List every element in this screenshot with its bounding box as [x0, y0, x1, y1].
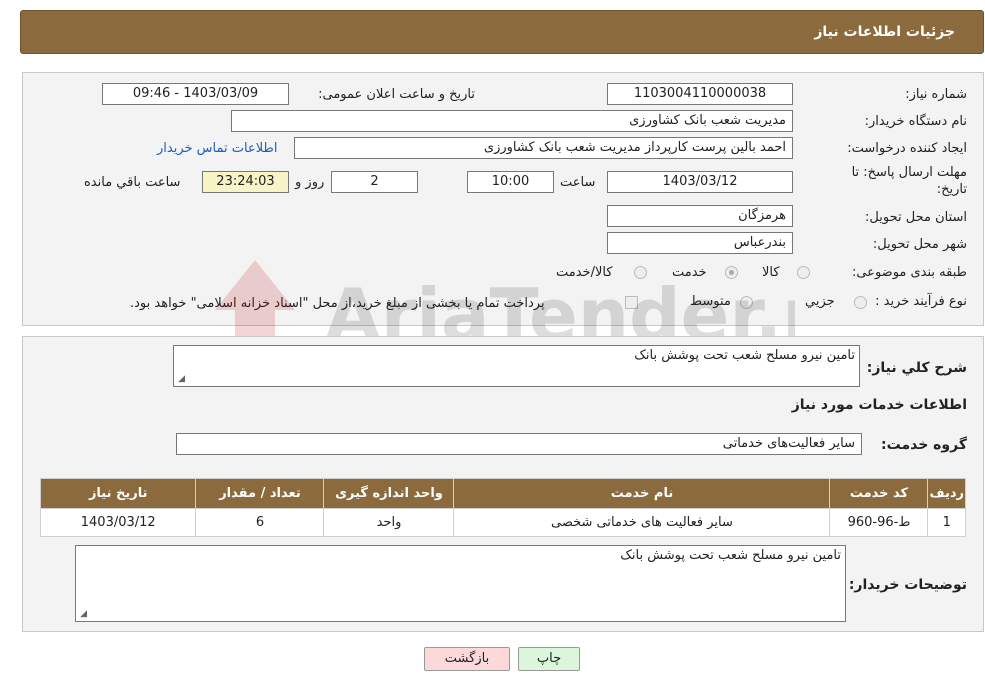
table-header-row: ردیف کد خدمت نام خدمت واحد اندازه گیری ت…: [39, 478, 966, 509]
treasury-payment-note: پرداخت تمام یا بخشی از مبلغ خرید،از محل …: [130, 296, 545, 311]
process-radio-medium[interactable]: [740, 296, 753, 309]
category-radio-goods-service[interactable]: [634, 266, 647, 279]
service-group-label: گروه خدمت:: [881, 437, 967, 453]
col-service-name: نام خدمت: [453, 478, 831, 509]
page-header: جزئیات اطلاعات نیاز: [20, 10, 984, 54]
category-option-goods: کالا: [762, 265, 780, 280]
resize-grip-icon[interactable]: ◢: [78, 610, 87, 619]
requester-label: ایجاد کننده درخواست:: [847, 141, 967, 156]
city-label: شهر محل تحویل:: [872, 237, 967, 252]
col-service-code: کد خدمت: [829, 478, 929, 509]
deadline-label-date: تاریخ:: [936, 182, 967, 197]
deadline-time-label: ساعت: [560, 175, 596, 190]
buyer-contact-link[interactable]: اطلاعات تماس خریدار: [157, 141, 277, 156]
deadline-time-field[interactable]: 10:00: [467, 171, 554, 193]
table-row: 1 ط-96-960 سایر فعالیت های خدماتی شخصی و…: [39, 508, 966, 537]
category-radio-goods[interactable]: [797, 266, 810, 279]
category-label: طبقه بندی موضوعی:: [851, 265, 967, 280]
col-unit: واحد اندازه گیری: [323, 478, 455, 509]
requester-field[interactable]: احمد بالین پرست کارپرداز مدیریت شعب بانک…: [294, 137, 793, 159]
process-option-minor: جزیي: [805, 294, 835, 309]
service-group-field[interactable]: سایر فعالیت‌های خدماتی: [176, 433, 862, 455]
services-table: ردیف کد خدمت نام خدمت واحد اندازه گیری ت…: [39, 478, 966, 537]
province-label: استان محل تحویل:: [865, 210, 967, 225]
resize-grip-icon[interactable]: ◢: [176, 375, 185, 384]
cell-service-name: سایر فعالیت های خدماتی شخصی: [453, 508, 831, 537]
cell-row-number: 1: [927, 508, 966, 537]
col-need-date: تاریخ نیاز: [39, 478, 197, 509]
cell-service-code: ط-96-960: [829, 508, 929, 537]
category-option-service: خدمت: [672, 265, 707, 280]
summary-textarea[interactable]: تامین نیرو مسلح شعب تحت پوشش بانک ◢: [173, 345, 860, 387]
buyer-notes-label: توضیحات خریدار:: [848, 577, 967, 593]
deadline-label: مهلت ارسال پاسخ: تا: [851, 165, 967, 180]
province-field[interactable]: هرمزگان: [607, 205, 793, 227]
need-number-field[interactable]: 1103004110000038: [607, 83, 793, 105]
treasury-payment-checkbox[interactable]: [625, 296, 638, 309]
announce-datetime-label: تاریخ و ساعت اعلان عمومی:: [318, 87, 475, 102]
remaining-time-field: 23:24:03: [202, 171, 289, 193]
announce-datetime-field[interactable]: 1403/03/09 - 09:46: [102, 83, 289, 105]
col-row-number: ردیف: [927, 478, 966, 509]
cell-quantity: 6: [195, 508, 325, 537]
page-title: جزئیات اطلاعات نیاز: [814, 24, 955, 40]
print-button[interactable]: چاپ: [518, 647, 580, 671]
process-radio-minor[interactable]: [854, 296, 867, 309]
back-button[interactable]: بازگشت: [424, 647, 510, 671]
buyer-notes-textarea[interactable]: تامین نیرو مسلح شعب تحت پوشش بانک ◢: [75, 545, 846, 622]
buyer-notes-text: تامین نیرو مسلح شعب تحت پوشش بانک: [620, 548, 841, 563]
category-radio-service[interactable]: [725, 266, 738, 279]
city-field[interactable]: بندرعباس: [607, 232, 793, 254]
need-number-label: شماره نیاز:: [905, 87, 967, 102]
summary-label: شرح کلي نياز:: [866, 360, 967, 376]
deadline-date-field[interactable]: 1403/03/12: [607, 171, 793, 193]
deadline-days-field[interactable]: 2: [331, 171, 418, 193]
buyer-org-field[interactable]: مدیریت شعب بانک کشاورزی: [231, 110, 793, 132]
deadline-days-label: روز و: [295, 175, 325, 190]
process-option-medium: متوسط: [690, 294, 731, 309]
category-option-goods-service: کالا/خدمت: [556, 265, 613, 280]
cell-need-date: 1403/03/12: [39, 508, 197, 537]
col-quantity: تعداد / مقدار: [195, 478, 325, 509]
remaining-time-label: ساعت باقي مانده: [84, 175, 181, 190]
buyer-org-label: نام دستگاه خریدار:: [864, 114, 967, 129]
summary-text: تامین نیرو مسلح شعب تحت پوشش بانک: [634, 348, 855, 363]
purchase-process-label: نوع فرآیند خرید :: [875, 294, 967, 309]
services-heading: اطلاعات خدمات مورد نیاز: [791, 397, 967, 413]
cell-unit: واحد: [323, 508, 455, 537]
